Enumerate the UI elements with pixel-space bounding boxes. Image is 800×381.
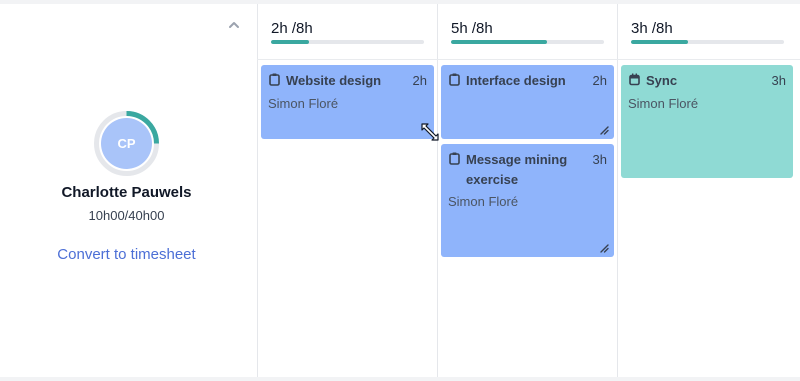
person-hours: 10h00/40h00 [88,208,165,223]
task-duration: 3h [592,152,607,167]
clipboard-icon [449,152,460,165]
bottom-border [0,377,800,381]
day-header-2: 5h /8h [451,20,606,50]
person-name: Charlotte Pauwels [61,184,192,201]
day-hours-label: 3h /8h [631,20,673,37]
day-hours-label: 5h /8h [451,20,493,37]
clipboard-icon [449,73,460,86]
day-progress-bar [631,40,784,44]
task-card-website-design[interactable]: Website design 2h Simon Floré [261,65,434,139]
resize-handle-icon[interactable] [599,125,609,135]
avatar-initials: CP [117,136,136,151]
task-duration: 2h [592,73,607,88]
task-duration: 2h [412,73,427,88]
day-header-3: 3h /8h [631,20,786,50]
clipboard-icon [269,73,280,86]
task-title-line: Message mining [466,152,568,167]
resize-handle-icon[interactable] [599,243,609,253]
day-progress-fill [451,40,547,44]
task-duration: 3h [771,73,786,88]
convert-to-timesheet-link[interactable]: Convert to timesheet [0,246,253,263]
task-card-message-mining-exercise[interactable]: Message mining exercise 3h Simon Floré [441,144,614,257]
day-progress-bar [271,40,424,44]
task-title: Sync [646,73,678,88]
task-card-interface-design[interactable]: Interface design 2h [441,65,614,139]
task-assignee: Simon Floré [628,96,699,111]
task-assignee: Simon Floré [268,96,339,111]
task-card-sync[interactable]: Sync 3h Simon Floré [621,65,793,178]
task-title: Interface design [466,73,566,88]
task-title: Message mining exercise [466,150,580,190]
task-assignee: Simon Floré [448,194,519,209]
avatar: CP [101,118,152,169]
day-progress-fill [631,40,689,44]
day-progress-bar [451,40,604,44]
header-divider [257,59,800,60]
day-hours-label: 2h /8h [271,20,313,37]
chevron-up-icon[interactable] [228,20,240,30]
task-title-line: exercise [466,172,519,187]
day-header-1: 2h /8h [271,20,426,50]
resize-cursor-icon [421,123,439,141]
day-progress-fill [271,40,310,44]
task-title: Website design [286,73,382,88]
calendar-icon [629,73,640,86]
